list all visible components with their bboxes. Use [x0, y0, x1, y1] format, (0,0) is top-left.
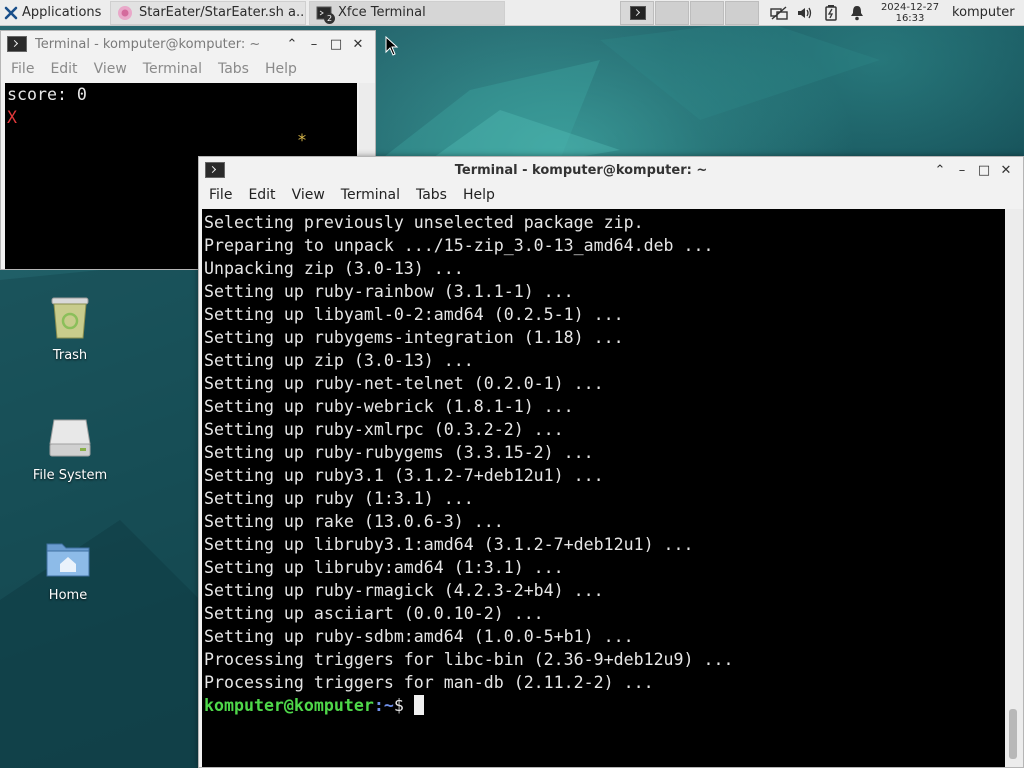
menu-help[interactable]: Help — [455, 187, 503, 203]
notifications-bell-icon[interactable] — [846, 4, 868, 22]
clock-time: 16:33 — [895, 12, 925, 24]
desktop-icon-label: Home — [48, 588, 88, 603]
output-line: Processing triggers for man-db (2.11.2-2… — [204, 673, 654, 692]
output-line: Setting up libruby3.1:amd64 (3.1.2-7+deb… — [204, 535, 694, 554]
prompt-user: komputer@komputer — [204, 696, 374, 715]
desktop-icon-trash[interactable]: Trash — [20, 294, 120, 363]
terminal-output-main[interactable]: Selecting previously unselected package … — [202, 209, 1005, 767]
taskbar-item-label: StarEater/StarEater.sh a... — [139, 5, 306, 20]
terminal-scrollbar[interactable] — [1005, 209, 1023, 767]
drive-icon — [46, 414, 94, 462]
workspace-4[interactable] — [725, 0, 759, 25]
menu-edit[interactable]: Edit — [42, 61, 85, 77]
taskbar-item-xfce-terminal[interactable]: 2 Xfce Terminal — [309, 0, 505, 25]
user-menu[interactable]: komputer — [952, 5, 1015, 20]
window-menubar: File Edit View Terminal Tabs Help — [199, 183, 1023, 207]
network-icon[interactable] — [768, 4, 790, 22]
prompt-line: komputer@komputer:~$ — [204, 694, 1005, 717]
workspace-3[interactable] — [690, 0, 724, 25]
terminal-window-main[interactable]: Terminal - komputer@komputer: ~ ⌃ – □ ✕ … — [198, 156, 1024, 768]
desktop-icon-file-system[interactable]: File System — [20, 414, 120, 483]
output-line: Preparing to unpack .../15-zip_3.0-13_am… — [204, 236, 714, 255]
player-marker: X — [7, 108, 17, 127]
mouse-pointer-icon — [385, 36, 399, 56]
output-line: Setting up rake (13.0.6-3) ... — [204, 512, 504, 531]
output-line: Setting up rubygems-integration (1.18) .… — [204, 328, 624, 347]
output-line: Setting up zip (3.0-13) ... — [204, 351, 474, 370]
output-line: Setting up libruby:amd64 (1:3.1) ... — [204, 558, 564, 577]
output-line: Setting up ruby3.1 (3.1.2-7+deb12u1) ... — [204, 466, 604, 485]
taskbar-item-stareater[interactable]: StarEater/StarEater.sh a... — [110, 0, 306, 25]
text-cursor — [413, 695, 424, 715]
workspace-1[interactable] — [620, 0, 654, 25]
output-line: Setting up libyaml-0-2:amd64 (0.2.5-1) .… — [204, 305, 624, 324]
maximize-window-button[interactable]: □ — [325, 37, 347, 52]
output-line: Setting up ruby-net-telnet (0.2.0-1) ... — [204, 374, 604, 393]
output-line: Setting up ruby-rubygems (3.3.15-2) ... — [204, 443, 594, 462]
window-menubar: File Edit View Terminal Tabs Help — [1, 57, 375, 81]
window-title: Terminal - komputer@komputer: ~ — [35, 36, 261, 52]
output-line: Setting up ruby-rainbow (3.1.1-1) ... — [204, 282, 574, 301]
output-line: Processing triggers for libc-bin (2.36-9… — [204, 650, 734, 669]
output-line: Unpacking zip (3.0-13) ... — [204, 259, 464, 278]
window-titlebar[interactable]: Terminal - komputer@komputer: ~ ⌃ – □ ✕ — [199, 157, 1023, 183]
taskbar-item-label: Xfce Terminal — [338, 5, 426, 20]
menu-tabs[interactable]: Tabs — [210, 61, 257, 77]
menu-tabs[interactable]: Tabs — [408, 187, 455, 203]
menu-edit[interactable]: Edit — [240, 187, 283, 203]
xfce-logo-icon — [4, 6, 18, 19]
output-line: Setting up ruby-webrick (1.8.1-1) ... — [204, 397, 574, 416]
workspace-switcher — [620, 0, 760, 26]
minimize-window-button[interactable]: – — [303, 37, 325, 52]
window-title: Terminal - komputer@komputer: ~ — [454, 162, 708, 178]
output-line: Setting up ruby-xmlrpc (0.3.2-2) ... — [204, 420, 564, 439]
window-count-badge: 2 — [324, 12, 335, 24]
output-line: Setting up asciiart (0.0.10-2) ... — [204, 604, 544, 623]
output-line: Selecting previously unselected package … — [204, 213, 644, 232]
prompt-symbol: $ — [393, 696, 414, 715]
menu-file[interactable]: File — [201, 187, 240, 203]
terminal-group-icon: 2 — [316, 5, 335, 24]
terminal-app-icon — [205, 162, 225, 178]
top-panel: Applications StarEater/StarEater.sh a...… — [0, 0, 1024, 26]
close-window-button[interactable]: ✕ — [995, 163, 1017, 178]
shade-window-button[interactable]: ⌃ — [281, 37, 303, 52]
workspace-2[interactable] — [655, 0, 689, 25]
scrollbar-thumb[interactable] — [1009, 709, 1017, 759]
output-lines: Selecting previously unselected package … — [204, 211, 1005, 694]
minimize-window-button[interactable]: – — [951, 163, 973, 178]
maximize-window-button[interactable]: □ — [973, 163, 995, 178]
score-line: score: 0 — [7, 85, 87, 104]
window-titlebar[interactable]: Terminal - komputer@komputer: ~ ⌃ – □ ✕ — [1, 31, 375, 57]
star-marker: * — [297, 131, 307, 150]
battery-icon[interactable] — [820, 4, 842, 22]
output-line: Setting up ruby-sdbm:amd64 (1.0.0-5+b1) … — [204, 627, 634, 646]
system-tray — [766, 0, 870, 26]
home-folder-icon — [44, 534, 92, 582]
clock[interactable]: 2024-12-27 16:33 — [876, 2, 944, 24]
applications-label: Applications — [22, 5, 102, 20]
output-line: Setting up ruby-rmagick (4.2.3-2+b4) ... — [204, 581, 604, 600]
menu-view[interactable]: View — [86, 61, 135, 77]
menu-file[interactable]: File — [3, 61, 42, 77]
desktop-icon-label: Trash — [52, 348, 88, 363]
stareater-app-icon — [117, 5, 133, 21]
output-line: Setting up ruby (1:3.1) ... — [204, 489, 474, 508]
close-window-button[interactable]: ✕ — [347, 37, 369, 52]
prompt-path: :~ — [373, 696, 394, 715]
applications-menu[interactable]: Applications — [0, 0, 110, 26]
clock-date: 2024-12-27 — [880, 1, 940, 13]
menu-view[interactable]: View — [284, 187, 333, 203]
desktop-icon-home[interactable]: Home — [18, 534, 118, 603]
terminal-app-icon — [7, 36, 27, 52]
menu-terminal[interactable]: Terminal — [333, 187, 408, 203]
volume-icon[interactable] — [794, 4, 816, 22]
trash-icon — [46, 294, 94, 342]
desktop-icon-label: File System — [32, 468, 108, 483]
shade-window-button[interactable]: ⌃ — [929, 163, 951, 178]
terminal-mini-icon — [630, 5, 646, 20]
menu-help[interactable]: Help — [257, 61, 305, 77]
menu-terminal[interactable]: Terminal — [135, 61, 210, 77]
